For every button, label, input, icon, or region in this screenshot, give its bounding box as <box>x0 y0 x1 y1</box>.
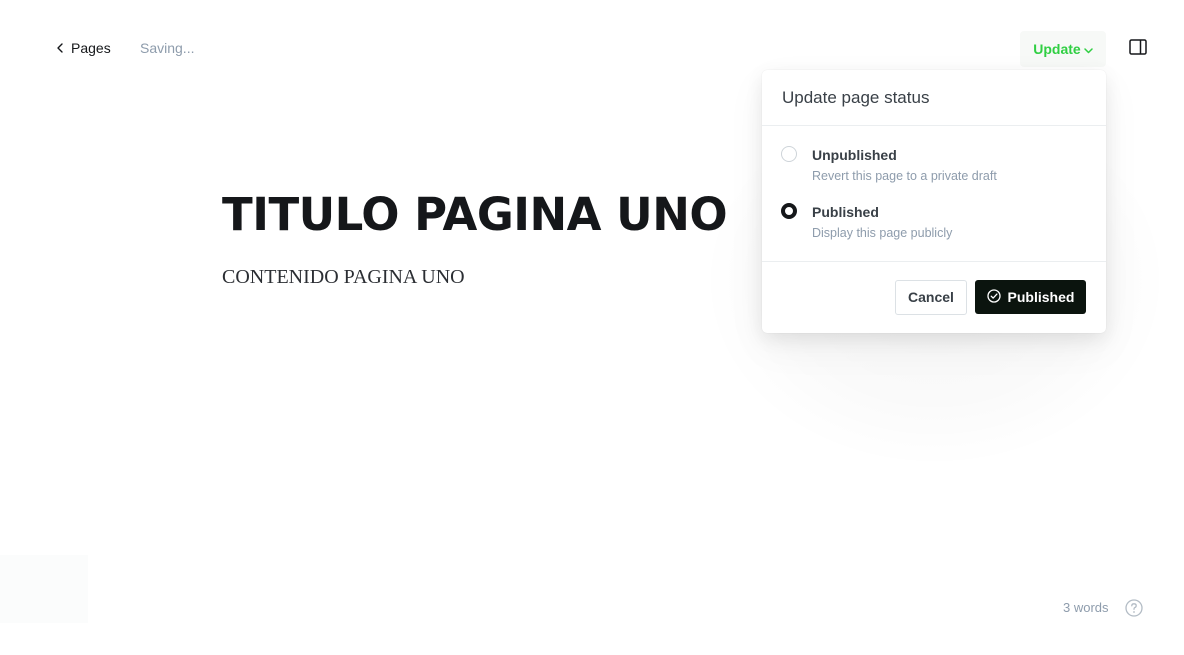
update-status-popover: Update page status Unpublished Revert th… <box>762 70 1106 333</box>
status-option-published[interactable]: Published Display this page publicly <box>762 203 1106 260</box>
save-status: Saving... <box>140 40 195 56</box>
update-button-label: Update <box>1033 41 1081 57</box>
back-to-pages-link[interactable]: Pages <box>55 40 111 56</box>
page-editor: Pages Saving... Update TITULO PAGINA UNO… <box>0 0 1184 655</box>
page-title-field[interactable]: TITULO PAGINA UNO <box>222 188 728 241</box>
option-description: Display this page publicly <box>812 226 953 240</box>
cancel-button[interactable]: Cancel <box>895 279 967 315</box>
settings-menu-toggle[interactable] <box>1126 37 1150 61</box>
help-button[interactable] <box>1124 598 1144 618</box>
status-option-unpublished[interactable]: Unpublished Revert this page to a privat… <box>762 146 1106 203</box>
published-radio[interactable] <box>781 203 797 219</box>
bottom-left-panel <box>0 555 88 623</box>
popover-actions: Cancel Published <box>762 262 1106 332</box>
sidebar-panel-icon <box>1129 38 1147 60</box>
option-label: Published <box>812 204 879 220</box>
back-link-label: Pages <box>71 40 111 56</box>
status-options-list: Unpublished Revert this page to a privat… <box>762 126 1106 262</box>
option-label: Unpublished <box>812 147 897 163</box>
unpublished-radio[interactable] <box>781 146 797 162</box>
popover-heading: Update page status <box>762 70 1106 126</box>
option-description: Revert this page to a private draft <box>812 169 997 183</box>
question-circle-icon <box>1124 599 1144 622</box>
word-count: 3 words <box>1063 600 1109 615</box>
confirm-status-button[interactable]: Published <box>975 280 1086 314</box>
page-body-editor[interactable]: CONTENIDO PAGINA UNO <box>222 266 465 289</box>
chevron-down-icon <box>1083 41 1093 57</box>
confirm-button-label: Published <box>1007 289 1075 305</box>
check-circle-icon <box>986 288 1001 306</box>
update-button[interactable]: Update <box>1020 31 1106 67</box>
chevron-left-icon <box>55 43 65 53</box>
